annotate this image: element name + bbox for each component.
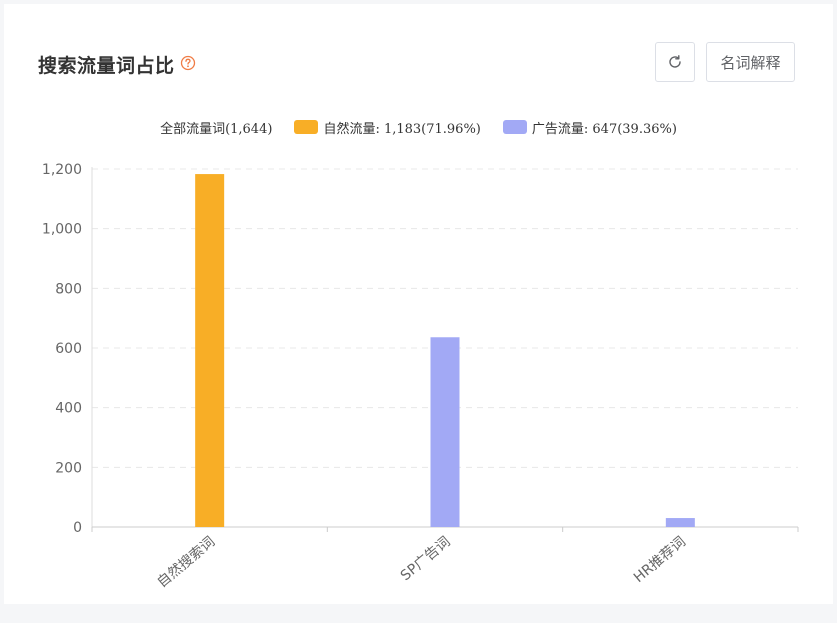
- y-tick-label: 200: [55, 460, 82, 476]
- bar-ads: [665, 518, 695, 527]
- x-tick-label: SP广告词: [398, 534, 454, 584]
- y-tick-label: 1,000: [42, 222, 82, 238]
- y-tick-label: 0: [73, 520, 82, 536]
- bar-ads: [430, 337, 460, 527]
- y-tick-label: 1,200: [42, 162, 82, 178]
- y-tick-label: 800: [55, 281, 82, 297]
- bar-chart: 0 200 400 600 800 1,000 1,200 自然搜索词 SP广告词 HR推荐词: [42, 162, 799, 591]
- bar-natural: [195, 174, 225, 528]
- y-tick-label: 400: [55, 401, 82, 417]
- y-tick-label: 600: [55, 341, 82, 357]
- traffic-share-card: 搜索流量词占比 名词解释 全部流量词(1,644) 自然流量: 1,183(71…: [4, 4, 833, 604]
- x-tick-label: HR推荐词: [631, 534, 689, 586]
- x-tick-label: 自然搜索词: [154, 533, 219, 591]
